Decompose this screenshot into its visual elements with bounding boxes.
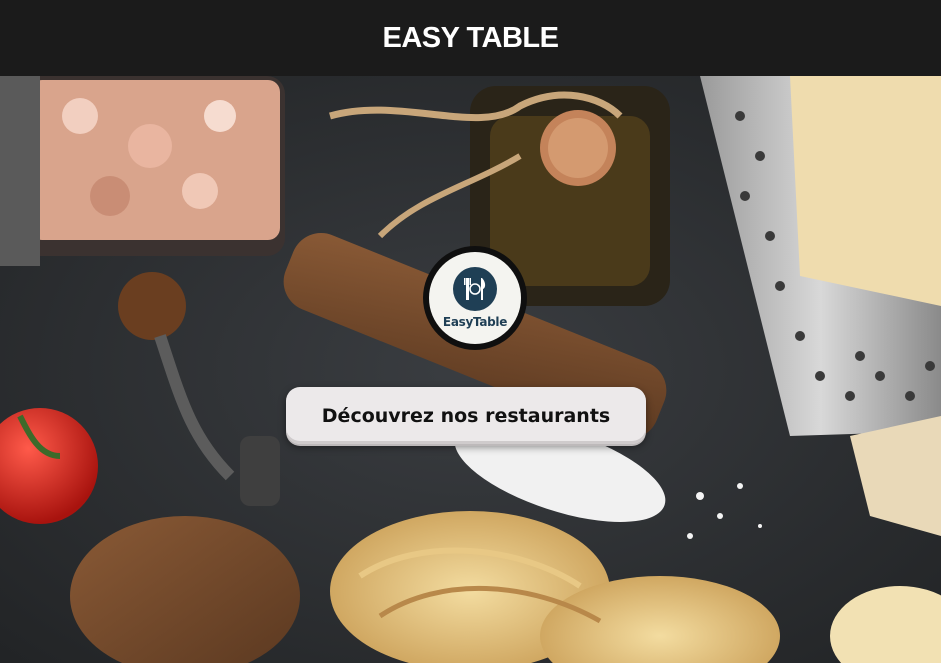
logo-wordmark: EasyTable [442,315,508,329]
top-header-bar: EASY TABLE [0,0,941,76]
hero-background-image [0,76,941,663]
site-title: EASY TABLE [382,21,559,54]
hero-section: EasyTable Découvrez nos restaurants [0,76,941,663]
easytable-logo[interactable]: EasyTable [423,246,527,350]
cutlery-icon [453,267,497,311]
logo-badge: EasyTable [429,252,521,344]
discover-restaurants-button[interactable]: Découvrez nos restaurants [286,387,646,444]
